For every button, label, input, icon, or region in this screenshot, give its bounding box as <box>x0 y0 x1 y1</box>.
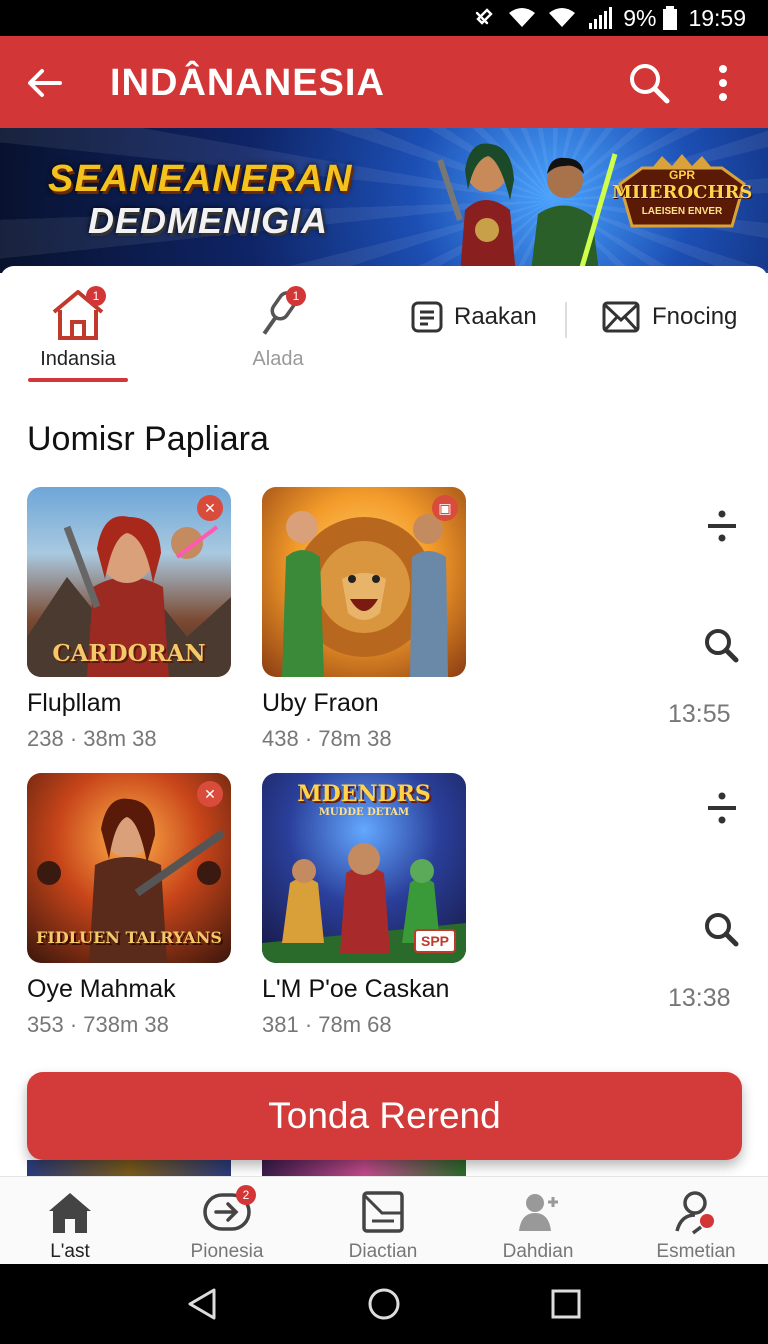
game-thumbnail-subtitle: MUDDE DETAM <box>318 807 410 818</box>
banner-logo-title: MIIEROCHRS <box>612 182 753 203</box>
primary-action-button[interactable]: Tonda Rerend <box>27 1072 742 1160</box>
game-thumbnail[interactable]: MDENDRS MUDDE DETAM SPP <box>262 773 466 963</box>
tab-badge: 1 <box>86 286 106 306</box>
tab-label: Fnocing <box>652 303 738 330</box>
close-icon: ✕ <box>197 495 223 521</box>
promo-banner[interactable]: SEANEANERAN DEDMENIGIA GPR MIIEROCHRS LA… <box>0 128 768 273</box>
user-search-icon <box>675 1191 714 1235</box>
game-name: Oye Mahmak <box>27 975 176 1003</box>
more-vertical-icon[interactable] <box>706 60 740 106</box>
timestamp: 13:38 <box>668 984 731 1012</box>
game-meta: 438 · 78m 38 <box>262 726 392 751</box>
search-icon[interactable] <box>702 626 740 664</box>
game-thumbnail[interactable]: FIDLUEN TALRYANS ✕ <box>27 773 231 963</box>
tab-label: Raakan <box>454 303 537 330</box>
game-thumbnail-title: FIDLUEN TALRYANS <box>36 928 222 948</box>
game-thumbnail-title: CARDORAN <box>52 640 206 667</box>
game-tag-icon: ▣ <box>432 495 458 521</box>
nav-label: Dahdian <box>502 1241 574 1262</box>
system-navigation-bar <box>0 1264 768 1344</box>
clock: 19:59 <box>688 4 746 31</box>
bottom-navigation: L'ast 2 Pionesia Diactian Dahdian Esmeti… <box>0 1176 768 1264</box>
wifi-icon <box>549 8 576 27</box>
search-icon[interactable] <box>626 60 672 106</box>
game-meta: 353 · 738m 38 <box>27 1012 169 1037</box>
tab-alada[interactable]: 1 Alada <box>238 284 318 371</box>
tab-raakan[interactable]: Raakan <box>410 300 537 334</box>
banner-logo-bottom: LAEISEN ENVER <box>641 206 723 217</box>
game-thumbnail-peek <box>27 1160 231 1176</box>
nav-item-last[interactable]: L'ast <box>10 1189 130 1263</box>
section-title: Uomisr Papliara <box>27 420 269 458</box>
banner-logo-top: GPR <box>668 168 695 182</box>
nav-label: Diactian <box>348 1241 418 1262</box>
tab-badge: 1 <box>286 286 306 306</box>
game-thumbnail[interactable]: ▣ <box>262 487 466 677</box>
game-corner-tag: SPP <box>413 929 456 953</box>
nav-item-diactian[interactable]: Diactian <box>323 1189 443 1263</box>
timestamp: 13:55 <box>668 700 731 728</box>
status-bar: 9% 19:59 <box>0 0 768 36</box>
arrow-left-icon[interactable] <box>24 62 66 104</box>
home-icon <box>49 1193 91 1233</box>
game-thumbnail-title: MDENDRS <box>297 781 431 807</box>
nav-item-esmetian[interactable]: Esmetian <box>636 1189 756 1263</box>
tab-label: Alada <box>252 348 304 370</box>
mute-icon <box>475 8 493 25</box>
tab-indansia[interactable]: 1 Indansia <box>28 284 128 382</box>
tab-label: Indansia <box>40 348 116 370</box>
banner-subheadline: DEDMENIGIA <box>88 200 329 241</box>
nav-item-pionesia[interactable]: 2 Pionesia <box>167 1185 287 1263</box>
document-icon <box>362 1191 404 1233</box>
nav-badge: 2 <box>236 1185 256 1205</box>
signal-icon <box>589 7 613 29</box>
game-name: Fluþllam <box>27 689 122 717</box>
game-meta: 381 · 78m 68 <box>262 1012 392 1037</box>
mail-icon <box>602 301 640 333</box>
add-user-icon <box>519 1194 558 1231</box>
search-icon[interactable] <box>702 910 740 948</box>
game-card[interactable]: CARDORAN ✕ Fluþllam 238 · 38m 38 <box>27 487 233 752</box>
nav-item-dahdian[interactable]: Dahdian <box>478 1189 598 1263</box>
nav-label: L'ast <box>50 1241 90 1262</box>
document-icon <box>411 301 443 333</box>
tab-fnocing[interactable]: Fnocing <box>602 300 737 334</box>
game-card[interactable]: FIDLUEN TALRYANS ✕ Oye Mahmak 353 · 738m… <box>27 773 233 1038</box>
wifi-icon <box>509 8 536 27</box>
game-card[interactable]: MDENDRS MUDDE DETAM SPP L'M P'oe Caskan … <box>262 773 468 1038</box>
recents-square-icon[interactable] <box>548 1286 584 1322</box>
nav-label: Esmetian <box>656 1241 736 1262</box>
close-icon: ✕ <box>197 781 223 807</box>
home-circle-icon[interactable] <box>366 1286 402 1322</box>
game-thumbnail[interactable]: CARDORAN ✕ <box>27 487 231 677</box>
nav-label: Pionesia <box>190 1241 264 1262</box>
app-title: INDÂNANESIA <box>110 62 385 104</box>
game-card[interactable]: ▣ Uby Fraon 438 · 78m 38 <box>262 487 468 752</box>
divide-icon[interactable] <box>704 790 740 826</box>
back-triangle-icon[interactable] <box>184 1286 220 1322</box>
divide-icon[interactable] <box>704 508 740 544</box>
battery-icon <box>663 6 678 30</box>
game-name: Uby Fraon <box>262 689 379 717</box>
game-thumbnail-peek <box>262 1160 466 1176</box>
banner-headline: SEANEANERAN <box>48 158 353 200</box>
battery-percent: 9% <box>623 4 657 31</box>
active-tab-indicator <box>28 378 128 382</box>
banner-hero-illustration <box>530 153 618 273</box>
game-meta: 238 · 38m 38 <box>27 726 157 751</box>
tab-divider <box>565 302 567 338</box>
game-name: L'M P'oe Caskan <box>262 975 450 1003</box>
app-bar: INDÂNANESIA <box>0 36 768 128</box>
